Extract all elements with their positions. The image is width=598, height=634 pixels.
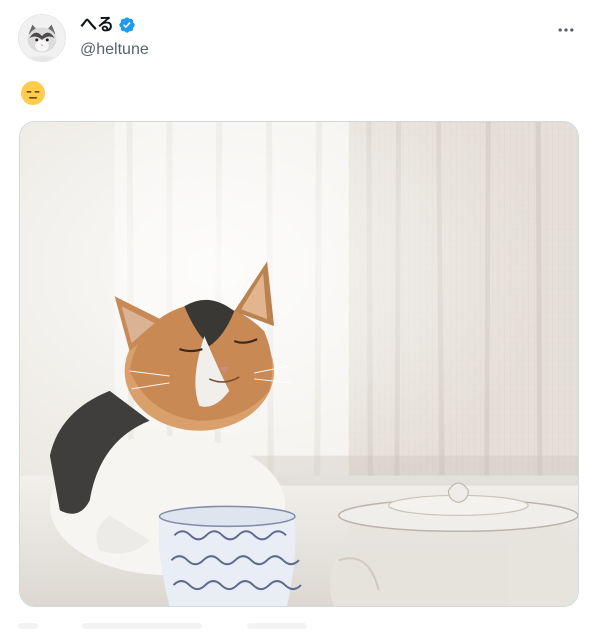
expressionless-face-icon xyxy=(20,80,48,106)
avatar[interactable] xyxy=(18,14,66,62)
verified-badge-icon[interactable] xyxy=(118,16,136,34)
footer-fragment xyxy=(246,623,307,629)
tweet-header: へる @heltune xyxy=(18,12,580,64)
footer-fragment xyxy=(82,623,203,629)
tweet-card: へる @heltune xyxy=(0,0,598,630)
tweet-footer-partial xyxy=(18,616,580,630)
tweet-text xyxy=(20,80,48,108)
display-name[interactable]: へる xyxy=(80,14,114,36)
user-handle[interactable]: @heltune xyxy=(80,40,149,60)
more-horizontal-icon[interactable] xyxy=(552,16,580,44)
tweet-photo[interactable] xyxy=(19,121,579,607)
display-name-row: へる xyxy=(80,14,149,36)
footer-fragment xyxy=(18,623,38,629)
user-names: へる @heltune xyxy=(80,14,149,60)
teacup xyxy=(158,505,302,606)
